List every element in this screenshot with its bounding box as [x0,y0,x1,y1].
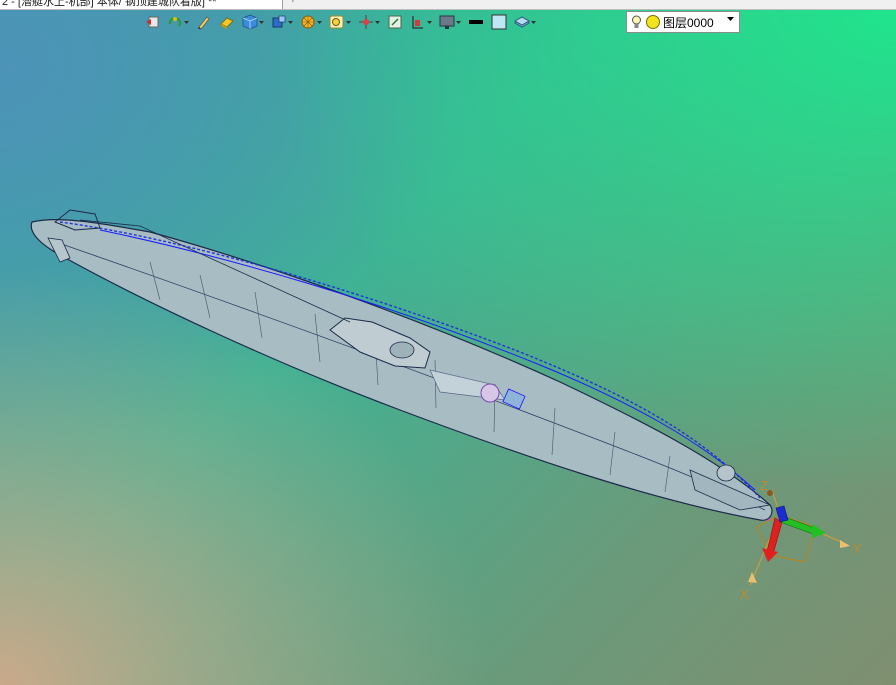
stern-propeller [716,464,736,482]
periscope-base [389,341,415,359]
3d-viewport[interactable]: X Y Z [0,0,896,685]
zoom-fit-icon [329,15,344,29]
align-button[interactable] [408,12,434,32]
layer-dropdown[interactable]: 图层0000 [626,11,740,33]
engine-flywheel [480,383,500,403]
y-cone [840,540,850,548]
shaded-cube-button[interactable] [240,12,266,32]
shaded-cube-icon [242,14,258,30]
layers-button[interactable] [512,12,538,32]
view-toolbar [142,11,541,33]
layer-name: 图层0000 [663,15,714,30]
pen-icon [198,16,210,30]
fill-color-button[interactable] [489,12,509,32]
monitor-icon [439,15,455,29]
y-axis-arrowhead [812,524,826,538]
layer-color-dot [646,15,660,29]
y-axis-label: Y [853,541,862,556]
chevron-down-icon [727,17,734,21]
view-cube-icon [272,15,286,28]
move-axis-button[interactable] [356,12,382,32]
chevron-down-icon [375,20,380,24]
chevron-down-icon [288,20,293,24]
eraser-button[interactable] [217,12,237,32]
chevron-down-icon [259,20,264,24]
render-style-button[interactable] [298,12,324,32]
view-cube-button[interactable] [269,12,295,32]
x-cone [748,572,757,583]
line-color-icon [469,20,483,24]
chevron-down-icon [346,20,351,24]
snap-grid-button[interactable] [385,12,405,32]
view-back-icon [146,16,159,28]
z-axis-label: Z [760,478,768,493]
line-color-button[interactable] [466,12,486,32]
chevron-down-icon [456,20,461,24]
submarine-model[interactable] [30,209,773,522]
chevron-down-icon [317,20,322,24]
lightbulb-icon [632,15,641,28]
chevron-down-icon [531,20,536,24]
view-back-button[interactable] [142,12,162,32]
chevron-down-icon [427,20,432,24]
fill-color-icon [491,14,507,30]
chevron-down-icon [184,20,189,24]
move-axis-icon [359,15,373,29]
x-axis-arrowhead [762,548,778,562]
snap-grid-icon [388,15,402,29]
layers-icon [514,16,530,28]
align-icon [412,16,423,29]
zoom-fit-button[interactable] [327,12,353,32]
x-axis-label: X [740,587,749,602]
pen-button[interactable] [194,12,214,32]
eraser-icon [220,17,234,29]
monitor-button[interactable] [437,12,463,32]
render-style-icon [301,15,315,29]
hull-body [30,219,773,521]
orbit-button[interactable] [165,12,191,32]
orbit-icon [168,17,181,27]
